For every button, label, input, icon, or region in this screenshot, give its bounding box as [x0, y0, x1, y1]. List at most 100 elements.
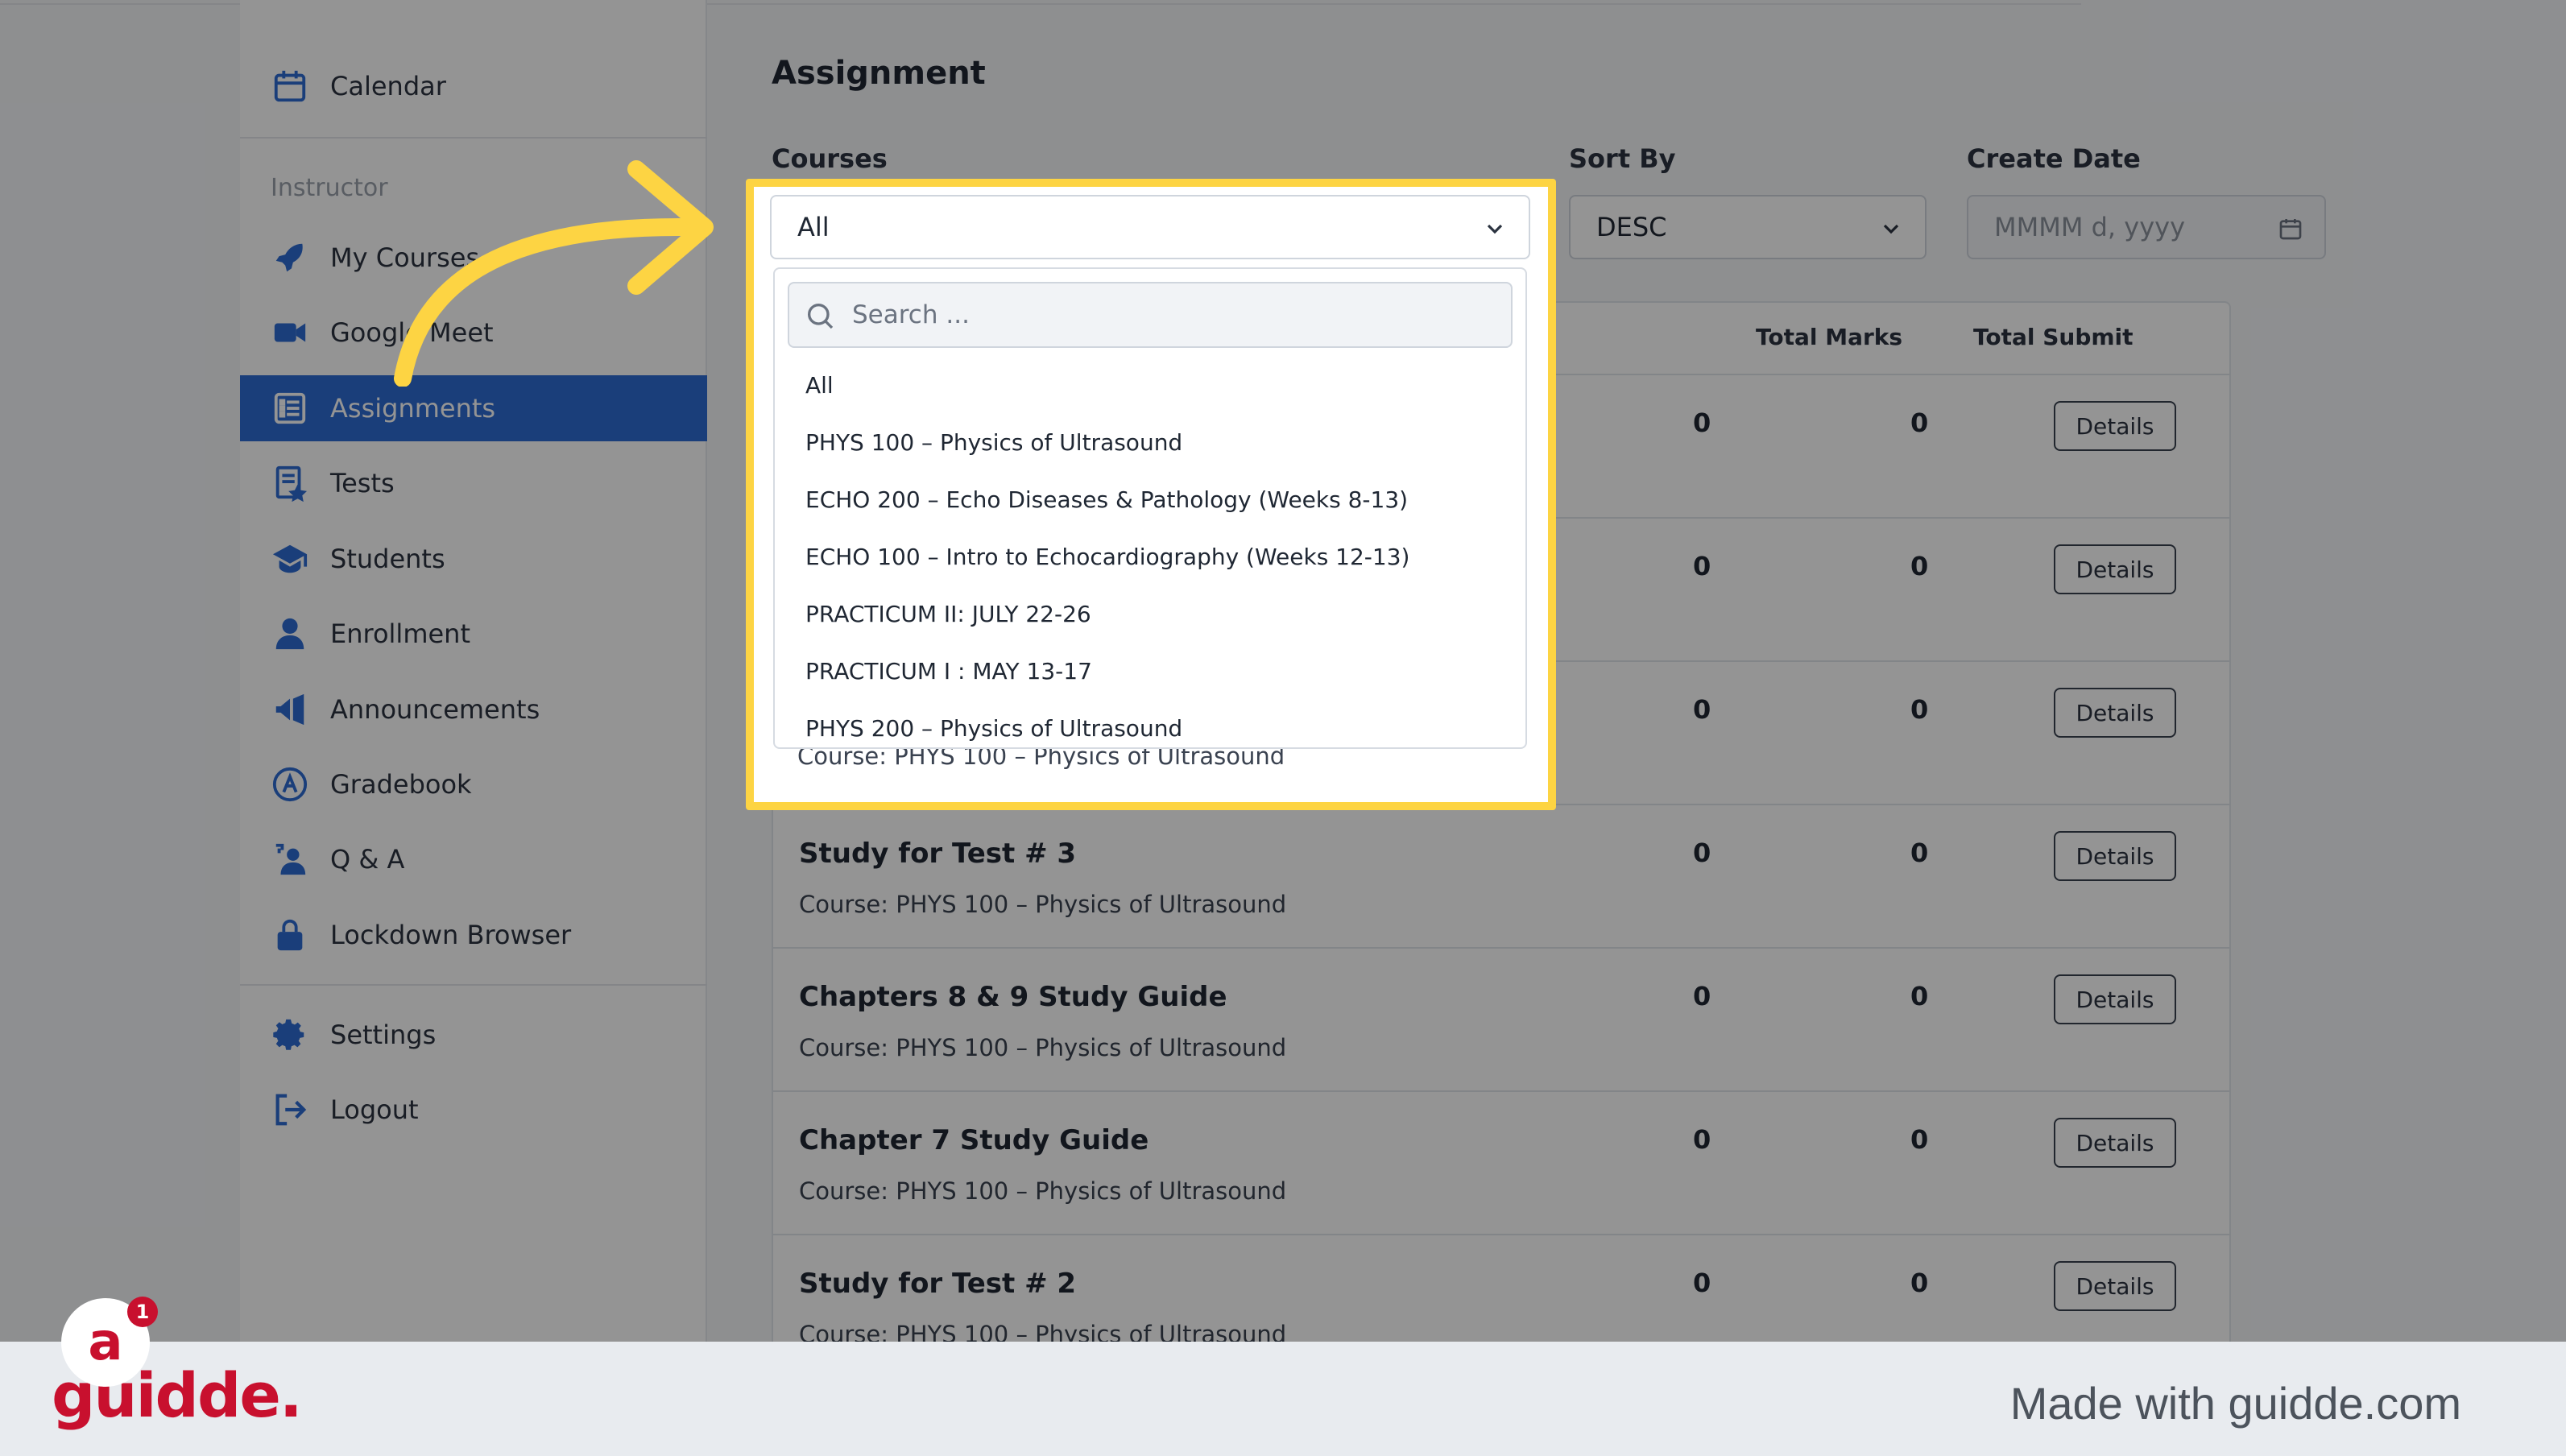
sidebar-item-lockdown-browser[interactable]: Lockdown Browser	[240, 902, 707, 968]
sidebar-item-qa[interactable]: Q & A	[240, 826, 707, 892]
sidebar-divider	[240, 984, 707, 986]
chevron-down-icon	[1487, 224, 1503, 234]
sidebar-item-label: Assignments	[330, 393, 496, 424]
courses-label: Courses	[772, 143, 888, 174]
assignment-course: Course: PHYS 100 – Physics of Ultrasound	[799, 1321, 1287, 1342]
chevron-down-icon	[1883, 224, 1899, 234]
details-button[interactable]: Details	[2054, 544, 2176, 594]
create-date-label: Create Date	[1967, 143, 2141, 174]
create-date-placeholder: MMMM d, yyyy	[1994, 212, 2186, 242]
sidebar-item-settings[interactable]: Settings	[240, 1002, 707, 1068]
dropdown-option-echo-200[interactable]: ECHO 200 – Echo Diseases & Pathology (We…	[805, 486, 1408, 513]
table-row: Study for Test # 2 Course: PHYS 100 – Ph…	[773, 1234, 2229, 1342]
question-person-icon	[271, 840, 309, 879]
details-button[interactable]: Details	[2054, 401, 2176, 451]
total-submit-value: 0	[1910, 1268, 1929, 1298]
assignment-title: Study for Test # 3	[799, 838, 1077, 870]
sidebar-item-label: Calendar	[330, 71, 446, 101]
page-title: Assignment	[772, 55, 986, 92]
total-submit-value: 0	[1910, 407, 1929, 438]
details-button[interactable]: Details	[2054, 831, 2176, 881]
sidebar-item-label: Q & A	[330, 844, 405, 875]
guide-arrow-icon	[394, 160, 714, 387]
details-button[interactable]: Details	[2054, 1118, 2176, 1168]
dropdown-option-phys-100[interactable]: PHYS 100 – Physics of Ultrasound	[805, 429, 1182, 456]
user-icon	[271, 614, 309, 653]
dropdown-option-echo-100[interactable]: ECHO 100 – Intro to Echocardiography (We…	[805, 544, 1409, 570]
assignment-course: Course: PHYS 100 – Physics of Ultrasound	[799, 1177, 1287, 1205]
total-submit-value: 0	[1910, 694, 1929, 725]
sidebar-item-tests[interactable]: Tests	[240, 450, 707, 516]
courses-select-value: All	[797, 212, 830, 242]
course-search-input[interactable]	[852, 300, 1480, 329]
sidebar-item-calendar[interactable]: Calendar	[240, 53, 707, 119]
details-button[interactable]: Details	[2054, 1261, 2176, 1311]
app-window: Calendar Instructor My Courses Google Me…	[0, 0, 2566, 1342]
sidebar-item-label: Gradebook	[330, 769, 472, 800]
total-marks-value: 0	[1693, 838, 1711, 868]
sidebar-item-students[interactable]: Students	[240, 526, 707, 592]
assignment-title: Chapter 7 Study Guide	[799, 1124, 1149, 1156]
details-button[interactable]: Details	[2054, 974, 2176, 1024]
sidebar-item-logout[interactable]: Logout	[240, 1077, 707, 1143]
sort-by-value: DESC	[1596, 212, 1667, 242]
sidebar-item-announcements[interactable]: Announcements	[240, 676, 707, 742]
sidebar-item-label: Announcements	[330, 694, 540, 725]
total-marks-value: 0	[1693, 694, 1711, 725]
create-date-picker[interactable]: MMMM d, yyyy	[1967, 195, 2326, 259]
document-star-icon	[271, 464, 309, 503]
assignment-title: Chapters 8 & 9 Study Guide	[799, 981, 1227, 1013]
sidebar-divider	[240, 137, 707, 139]
assignment-title: Study for Test # 2	[799, 1268, 1077, 1300]
calendar-icon[interactable]	[2278, 216, 2303, 242]
total-submit-value: 0	[1910, 551, 1929, 581]
total-submit-value: 0	[1910, 981, 1929, 1011]
calendar-icon	[271, 67, 309, 105]
grade-icon	[271, 765, 309, 804]
checklist-icon	[271, 389, 309, 428]
sort-by-select[interactable]: DESC	[1569, 195, 1927, 259]
table-row: Chapters 8 & 9 Study Guide Course: PHYS …	[773, 947, 2229, 1090]
dropdown-option-practicum-ii[interactable]: PRACTICUM II: JULY 22-26	[805, 601, 1091, 627]
footer-bar: guidde. Made with guidde.com	[0, 1342, 2566, 1456]
total-marks-value: 0	[1693, 1268, 1711, 1298]
graduation-cap-icon	[271, 540, 309, 578]
gear-icon	[271, 1015, 309, 1054]
total-submit-value: 0	[1910, 838, 1929, 868]
sidebar-item-label: Students	[330, 544, 445, 574]
courses-select[interactable]: All	[770, 195, 1530, 259]
lock-icon	[271, 916, 309, 954]
sidebar-item-label: Lockdown Browser	[330, 920, 572, 950]
course-search-field[interactable]	[788, 282, 1513, 348]
header-total-marks: Total Marks	[1756, 324, 1903, 350]
dropdown-option-all[interactable]: All	[805, 372, 834, 399]
sidebar-item-gradebook[interactable]: Gradebook	[240, 751, 707, 817]
total-submit-value: 0	[1910, 1124, 1929, 1155]
sidebar-item-label: Enrollment	[330, 618, 470, 649]
rocket-icon	[271, 238, 309, 277]
table-row: Chapter 7 Study Guide Course: PHYS 100 –…	[773, 1090, 2229, 1234]
megaphone-icon	[271, 690, 309, 729]
total-marks-value: 0	[1693, 981, 1711, 1011]
made-with-text: Made with guidde.com	[2009, 1378, 2461, 1429]
video-camera-icon	[271, 313, 309, 352]
header-total-submit: Total Submit	[1973, 324, 2134, 350]
sidebar-item-enrollment[interactable]: Enrollment	[240, 601, 707, 667]
search-icon	[808, 304, 834, 329]
sidebar-item-label: Settings	[330, 1020, 437, 1050]
sidebar-item-label: Logout	[330, 1094, 419, 1125]
dropdown-option-practicum-i[interactable]: PRACTICUM I : MAY 13-17	[805, 658, 1092, 685]
logout-icon	[271, 1090, 309, 1129]
sidebar-item-label: Tests	[330, 468, 395, 498]
sort-by-label: Sort By	[1569, 143, 1676, 174]
details-button[interactable]: Details	[2054, 688, 2176, 738]
assignment-course: Course: PHYS 100 – Physics of Ultrasound	[799, 891, 1287, 918]
total-marks-value: 0	[1693, 407, 1711, 438]
total-marks-value: 0	[1693, 1124, 1711, 1155]
total-marks-value: 0	[1693, 551, 1711, 581]
table-row: Study for Test # 3 Course: PHYS 100 – Ph…	[773, 804, 2229, 947]
dropdown-option-phys-200[interactable]: PHYS 200 – Physics of Ultrasound	[805, 715, 1182, 742]
assignment-course: Course: PHYS 100 – Physics of Ultrasound	[799, 1034, 1287, 1061]
notification-badge: 1	[127, 1297, 158, 1327]
courses-dropdown-menu: All PHYS 100 – Physics of Ultrasound ECH…	[773, 267, 1527, 749]
